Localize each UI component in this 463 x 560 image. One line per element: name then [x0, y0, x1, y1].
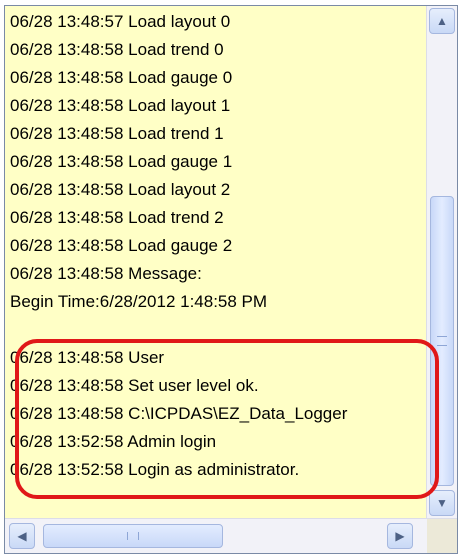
log-list: 06/28 13:48:57 Load layout 0 06/28 13:48…	[5, 8, 425, 516]
vertical-scroll-thumb[interactable]	[430, 196, 454, 486]
log-line: 06/28 13:48:58 Load trend 1	[10, 124, 224, 143]
log-line: Begin Time:6/28/2012 1:48:58 PM	[10, 292, 268, 311]
scroll-right-button[interactable]: ▶	[387, 523, 413, 549]
log-line: 06/28 13:48:58 Load trend 0	[10, 40, 224, 59]
log-line: 06/28 13:48:58 Message:	[10, 264, 202, 283]
grip-icon	[127, 532, 139, 540]
chevron-up-icon: ▲	[436, 14, 448, 28]
chevron-left-icon: ◀	[17, 529, 27, 543]
log-line: 06/28 13:52:58 Login as administrator.	[10, 460, 300, 479]
horizontal-scroll-thumb[interactable]	[43, 524, 223, 548]
log-line: 06/28 13:48:58 Load gauge 1	[10, 152, 233, 171]
log-line: 06/28 13:48:58 Load gauge 2	[10, 236, 233, 255]
log-line: 06/28 13:48:58 Set user level ok.	[10, 376, 259, 395]
scrollbar-corner	[427, 519, 457, 553]
scroll-up-button[interactable]: ▲	[429, 8, 455, 34]
log-line: 06/28 13:48:58 Load trend 2	[10, 208, 224, 227]
log-line: 06/28 13:48:58 User	[10, 348, 165, 367]
grip-icon	[437, 336, 447, 346]
scroll-left-button[interactable]: ◀	[9, 523, 35, 549]
log-line-blank	[5, 316, 425, 344]
log-line: 06/28 13:48:58 C:\ICPDAS\EZ_Data_Logger	[10, 404, 348, 423]
horizontal-scrollbar[interactable]: ◀ ▶	[5, 518, 457, 553]
log-panel[interactable]: 06/28 13:48:57 Load layout 0 06/28 13:48…	[4, 5, 458, 554]
log-line: 06/28 13:48:58 Load gauge 0	[10, 68, 233, 87]
log-line: 06/28 13:48:57 Load layout 0	[10, 12, 231, 31]
log-line: 06/28 13:52:58 Admin login	[10, 432, 217, 451]
scroll-down-button[interactable]: ▼	[429, 490, 455, 516]
log-line: 06/28 13:48:58 Load layout 1	[10, 96, 231, 115]
chevron-down-icon: ▼	[436, 496, 448, 510]
log-line: 06/28 13:48:58 Load layout 2	[10, 180, 231, 199]
chevron-right-icon: ▶	[395, 529, 405, 543]
vertical-scrollbar[interactable]: ▲ ▼	[426, 6, 457, 519]
